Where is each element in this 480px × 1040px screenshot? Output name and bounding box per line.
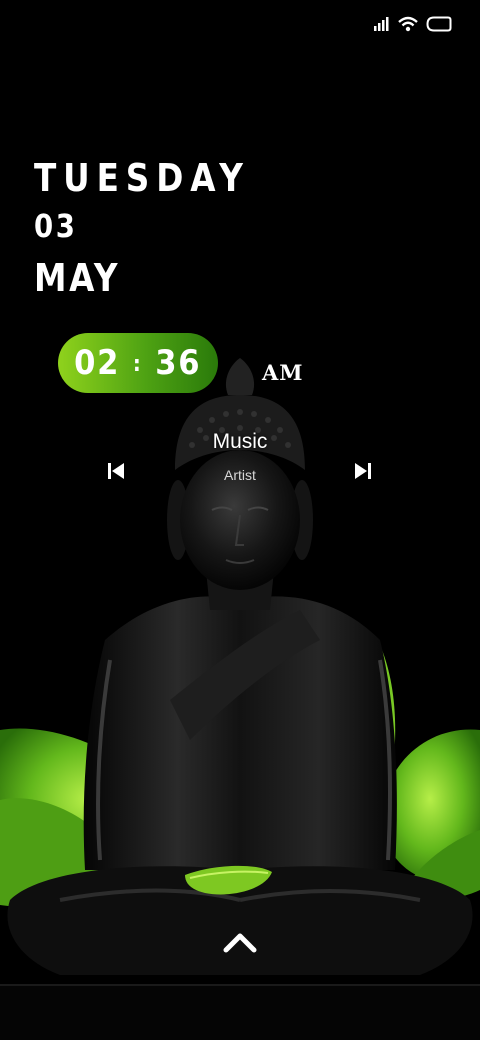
skip-previous-button[interactable] <box>106 461 126 481</box>
music-title[interactable]: Music <box>170 430 310 454</box>
music-artist: Artist <box>224 467 256 483</box>
clock-time: 02:36 <box>74 343 201 383</box>
chevron-up-icon <box>220 928 260 956</box>
wifi-icon <box>398 16 418 32</box>
skip-next-button[interactable] <box>353 461 373 481</box>
clock-hours: 02 <box>74 343 121 383</box>
clock-separator: : <box>133 352 143 377</box>
day-of-week: TUESDAY <box>34 156 250 200</box>
skip-previous-icon <box>106 461 126 481</box>
day-number: 03 <box>34 207 78 245</box>
clock-ampm: AM <box>262 360 304 385</box>
battery-icon <box>426 16 452 32</box>
signal-icon <box>374 17 390 31</box>
clock-widget[interactable]: 02:36 <box>58 333 218 393</box>
swipe-up-button[interactable] <box>220 928 260 956</box>
clock-minutes: 36 <box>155 343 202 383</box>
month: MAY <box>34 256 121 300</box>
lock-screen: TUESDAY 03 MAY 02:36 AM Music Artist <box>0 0 480 1040</box>
status-bar <box>374 16 452 32</box>
date-display: TUESDAY 03 MAY <box>34 156 285 300</box>
skip-next-icon <box>353 461 373 481</box>
